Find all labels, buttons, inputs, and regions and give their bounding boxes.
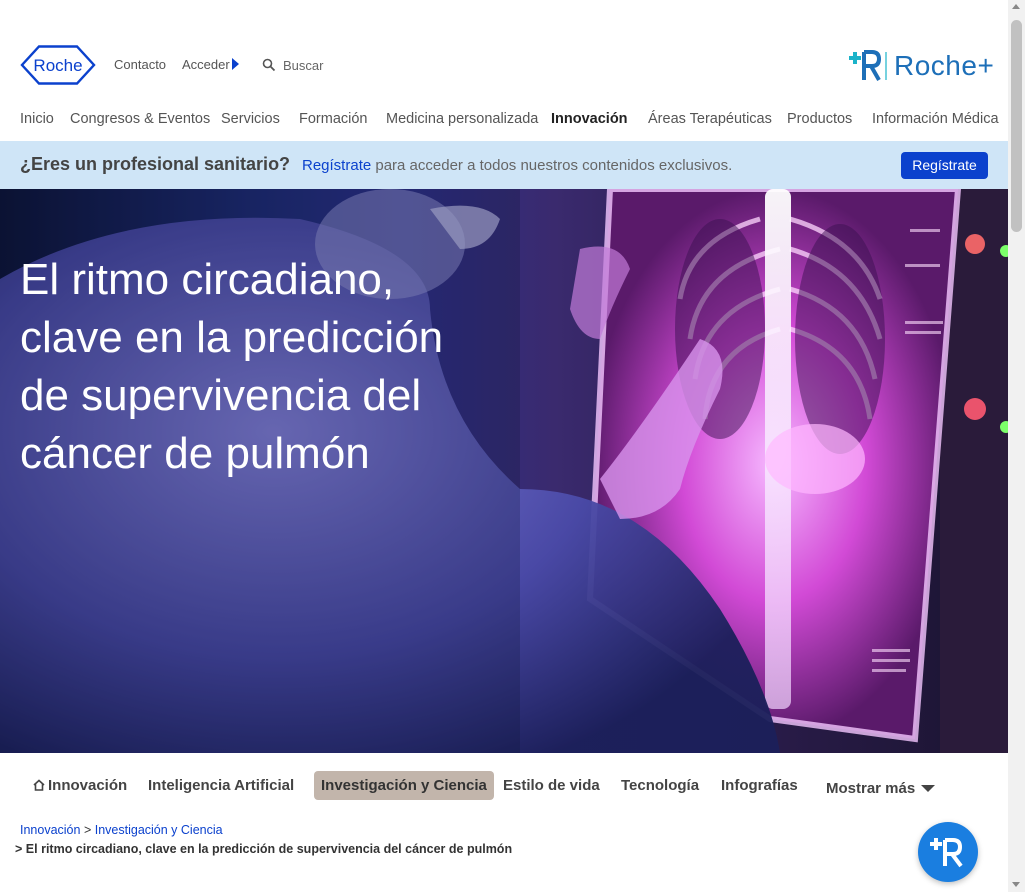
section-subnav: Innovación Inteligencia Artificial Inves… xyxy=(0,768,1008,804)
search-label[interactable]: Buscar xyxy=(283,58,323,73)
svg-text:Roche: Roche xyxy=(33,56,82,75)
register-banner: ¿Eres un profesional sanitario? Regístra… xyxy=(0,141,1008,189)
register-button[interactable]: Regístrate xyxy=(901,152,988,179)
main-nav: Inicio Congresos & Eventos Servicios For… xyxy=(0,108,1008,134)
show-more-button[interactable]: Mostrar más xyxy=(826,774,936,803)
roche-logo[interactable]: Roche xyxy=(20,45,96,85)
breadcrumb-separator: > xyxy=(83,823,92,837)
nav-item-medicina-personalizada[interactable]: Medicina personalizada xyxy=(386,111,538,127)
nav-item-areas-terapeuticas[interactable]: Áreas Terapéuticas xyxy=(648,111,772,127)
scroll-up-icon[interactable] xyxy=(1012,4,1020,9)
banner-message: Regístrate para acceder a todos nuestros… xyxy=(302,157,732,174)
rocheplus-chat-button[interactable] xyxy=(918,822,978,882)
nav-item-servicios[interactable]: Servicios xyxy=(221,111,280,127)
nav-item-productos[interactable]: Productos xyxy=(787,111,852,127)
breadcrumb-link-innovacion[interactable]: Innovación xyxy=(20,823,80,837)
subnav-item-estilo-de-vida[interactable]: Estilo de vida xyxy=(503,771,600,800)
show-more-label: Mostrar más xyxy=(826,780,916,797)
contact-link[interactable]: Contacto xyxy=(114,57,166,72)
breadcrumb-current-label: El ritmo circadiano, clave en la predicc… xyxy=(25,842,513,856)
subnav-item-inteligencia-artificial[interactable]: Inteligencia Artificial xyxy=(148,771,294,800)
banner-question: ¿Eres un profesional sanitario? xyxy=(20,154,291,174)
subnav-item-infografias[interactable]: Infografías xyxy=(721,771,798,800)
banner-message-text: para acceder a todos nuestros contenidos… xyxy=(371,157,733,174)
site-header: Roche Contacto Acceder Buscar Roche+ xyxy=(0,0,1008,100)
hero-title: El ritmo circadiano, clave en la predicc… xyxy=(20,255,444,478)
scrollbar-thumb[interactable] xyxy=(1011,20,1022,232)
scroll-down-icon[interactable] xyxy=(1012,882,1020,887)
nav-item-formacion[interactable]: Formación xyxy=(299,111,368,127)
nav-item-inicio[interactable]: Inicio xyxy=(20,111,54,127)
hero: El ritmo circadiano, clave en la predicc… xyxy=(0,189,1008,753)
rocheplus-icon xyxy=(930,838,963,868)
subnav-item-investigacion-ciencia[interactable]: Investigación y Ciencia xyxy=(314,771,494,800)
breadcrumb-separator: > xyxy=(15,842,23,856)
subnav-item-innovacion[interactable]: Innovación xyxy=(33,771,127,800)
page-scrollbar[interactable] xyxy=(1008,0,1025,892)
nav-item-congresos[interactable]: Congresos & Eventos xyxy=(70,111,210,127)
rocheplus-wordmark[interactable]: Roche+ xyxy=(894,50,994,82)
banner-register-link[interactable]: Regístrate xyxy=(302,157,371,174)
breadcrumb: Innovación > Investigación y Ciencia xyxy=(20,823,223,837)
nav-item-innovacion[interactable]: Innovación xyxy=(551,111,628,127)
breadcrumb-link-investigacion[interactable]: Investigación y Ciencia xyxy=(95,823,223,837)
subnav-item-tecnologia[interactable]: Tecnología xyxy=(621,771,699,800)
chevron-down-icon xyxy=(921,785,936,792)
nav-item-informacion-medica[interactable]: Información Médica xyxy=(872,111,999,127)
subnav-item-label: Innovación xyxy=(48,777,128,794)
search-icon[interactable] xyxy=(262,58,276,72)
breadcrumb-current: > El ritmo circadiano, clave en la predi… xyxy=(15,842,512,856)
caret-right-icon xyxy=(232,58,239,70)
home-icon xyxy=(33,779,45,791)
login-link[interactable]: Acceder xyxy=(182,57,230,72)
